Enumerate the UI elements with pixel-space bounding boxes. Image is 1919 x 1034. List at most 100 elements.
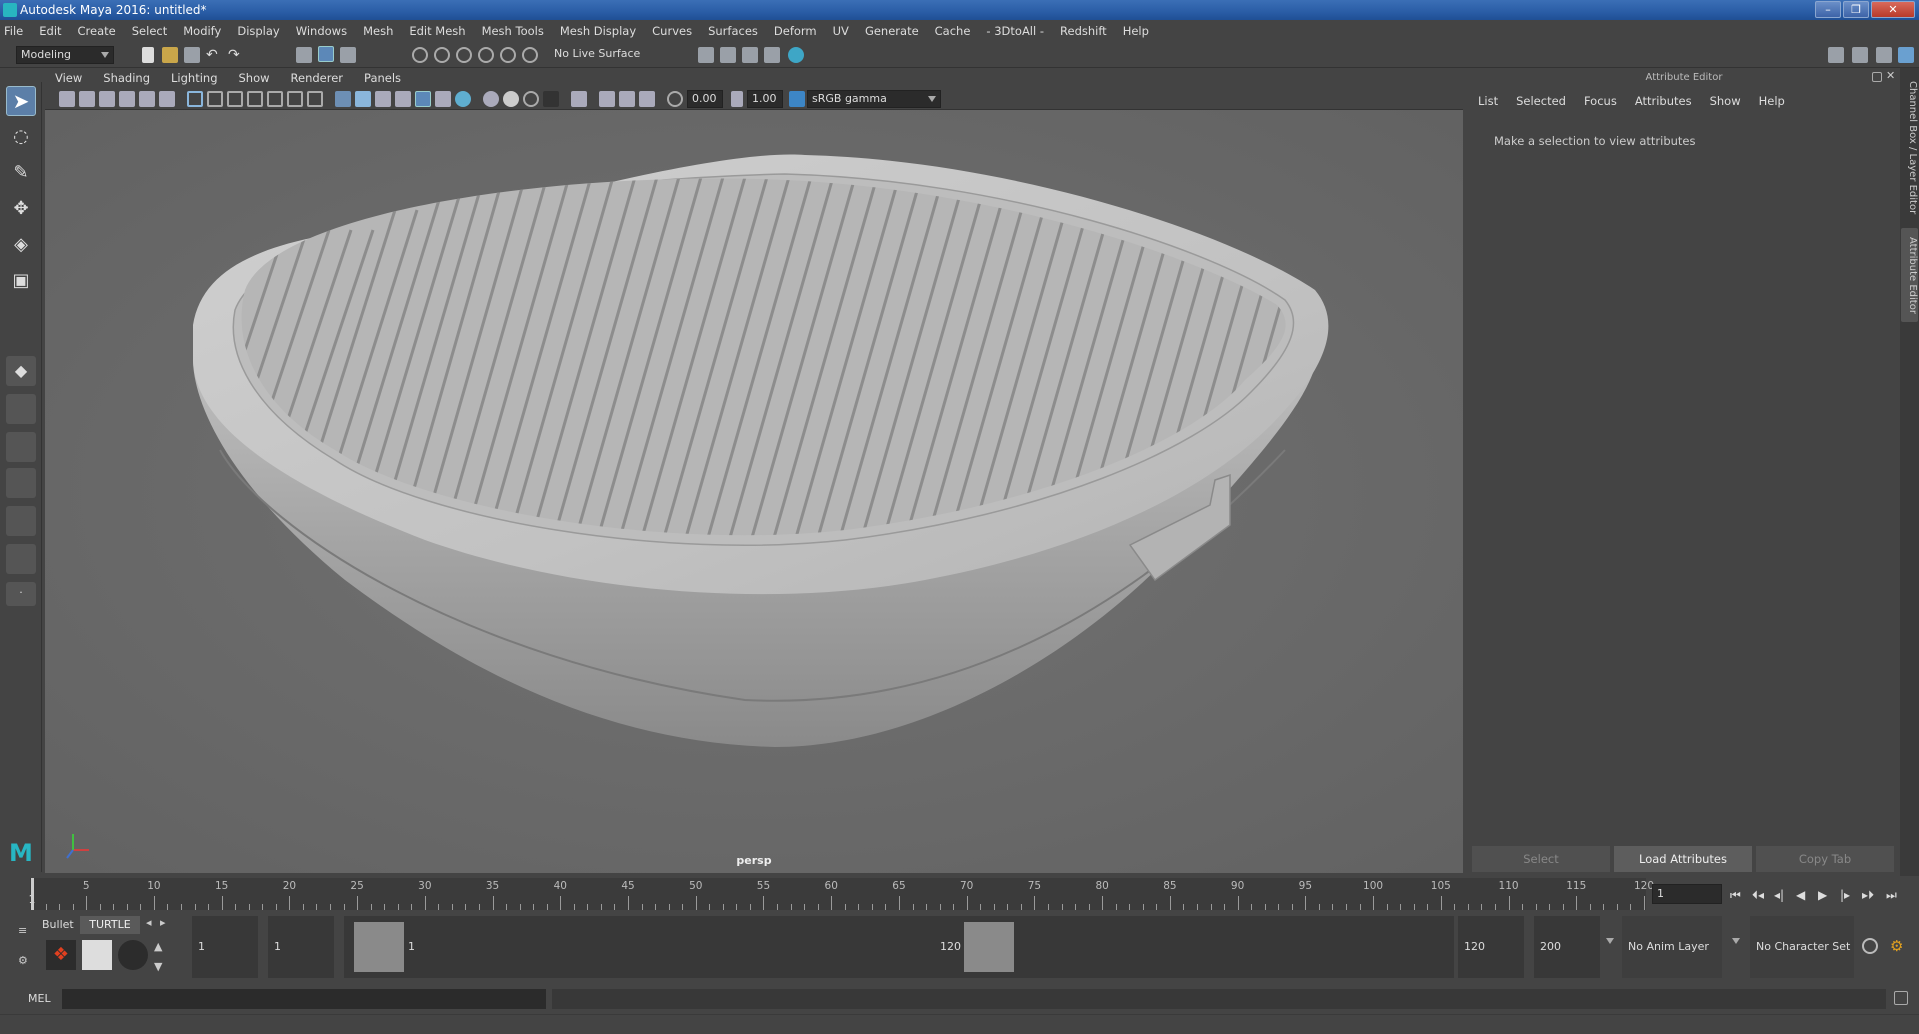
shelf-settings-gear-icon[interactable]: ⚙	[18, 954, 32, 968]
modeling-toolkit-icon[interactable]	[1828, 47, 1844, 63]
persp-outliner-layout-icon[interactable]	[6, 432, 36, 462]
animation-start-field[interactable]: 1	[192, 916, 258, 978]
select-component-icon[interactable]	[340, 47, 356, 63]
attribute-editor-toggle-icon[interactable]	[1852, 47, 1868, 63]
close-button[interactable]: ✕	[1871, 1, 1915, 18]
menu-help[interactable]: Help	[1123, 24, 1149, 38]
menu-select[interactable]: Select	[132, 24, 167, 38]
move-tool-icon[interactable]: ✥	[6, 194, 36, 224]
redshift-shelf-icon[interactable]: ❖	[46, 940, 76, 970]
menu-mesh[interactable]: Mesh	[363, 24, 393, 38]
render-frame-icon[interactable]	[720, 47, 736, 63]
color-management-toggle-icon[interactable]	[789, 91, 805, 107]
menu-edit-mesh[interactable]: Edit Mesh	[409, 24, 465, 38]
field-chart-icon[interactable]	[267, 91, 283, 107]
material-sphere-shelf-icon[interactable]	[118, 940, 148, 970]
menu-set-dropdown[interactable]: Modeling	[16, 46, 114, 64]
menu-display[interactable]: Display	[237, 24, 279, 38]
menu-curves[interactable]: Curves	[652, 24, 692, 38]
snap-surface-icon[interactable]	[500, 47, 516, 63]
current-frame-field[interactable]: 1	[1652, 884, 1722, 904]
gamma-field[interactable]: 1.00	[747, 90, 783, 108]
safe-title-icon[interactable]	[307, 91, 323, 107]
gate-mask-icon[interactable]	[247, 91, 263, 107]
xray-joints-icon[interactable]	[599, 91, 615, 107]
animation-end-field[interactable]: 200	[1534, 916, 1600, 978]
hypershade-icon[interactable]	[788, 47, 804, 63]
step-forward-key-button[interactable]: ▸⏵	[1862, 888, 1874, 903]
vp-menu-show[interactable]: Show	[239, 71, 270, 85]
persp-hypershade-layout-icon[interactable]	[6, 506, 36, 536]
vp-menu-renderer[interactable]: Renderer	[291, 71, 344, 85]
shelf-tab-scroll-left-icon[interactable]: ◂	[146, 916, 152, 929]
save-scene-icon[interactable]	[184, 47, 200, 63]
ipr-render-icon[interactable]	[742, 47, 758, 63]
ae-menu-show[interactable]: Show	[1710, 94, 1741, 108]
menu-surfaces[interactable]: Surfaces	[708, 24, 758, 38]
redo-icon[interactable]: ↷	[228, 47, 244, 63]
shelf-tab-turtle[interactable]: TURTLE	[80, 916, 140, 934]
menu-mesh-tools[interactable]: Mesh Tools	[482, 24, 544, 38]
range-slider-track[interactable]: 1 120	[344, 916, 1454, 978]
ae-menu-list[interactable]: List	[1478, 94, 1498, 108]
menu-file[interactable]: File	[4, 24, 23, 38]
menu-generate[interactable]: Generate	[865, 24, 919, 38]
select-object-icon[interactable]	[318, 46, 334, 62]
persp-graph-outliner-layout-icon[interactable]	[6, 544, 36, 574]
xray-icon[interactable]	[395, 91, 411, 107]
motion-blur-icon[interactable]	[503, 91, 519, 107]
ae-menu-selected[interactable]: Selected	[1516, 94, 1566, 108]
isolate-select-icon[interactable]	[571, 91, 587, 107]
grid-toggle-icon[interactable]	[187, 91, 203, 107]
new-scene-icon[interactable]	[142, 47, 154, 63]
shadows-icon[interactable]	[455, 91, 471, 107]
persp-graph-layout-icon[interactable]	[6, 468, 36, 498]
vp-menu-panels[interactable]: Panels	[364, 71, 401, 85]
open-scene-icon[interactable]	[162, 47, 178, 63]
smooth-shade-icon[interactable]	[355, 91, 371, 107]
time-slider-track[interactable]: 1510152025303540455055606570758085909510…	[29, 878, 1654, 910]
lasso-tool-icon[interactable]: ◌	[6, 122, 36, 152]
scale-tool-icon[interactable]: ▣	[6, 266, 36, 296]
menu-mesh-display[interactable]: Mesh Display	[560, 24, 636, 38]
snap-view-plane-icon[interactable]	[478, 47, 494, 63]
film-gate-icon[interactable]	[207, 91, 223, 107]
anti-aliasing-icon[interactable]	[523, 91, 539, 107]
wireframe-on-shaded-icon[interactable]	[375, 91, 391, 107]
depth-of-field-icon[interactable]	[543, 91, 559, 107]
step-back-frame-button[interactable]: ◂|	[1774, 888, 1784, 902]
resolution-gate-icon[interactable]	[227, 91, 243, 107]
character-set-dropdown[interactable]: No Character Set	[1750, 916, 1854, 978]
playback-end-field[interactable]: 120	[1458, 916, 1524, 978]
tab-attribute-editor[interactable]: Attribute Editor	[1901, 228, 1918, 322]
exposure-field[interactable]: 0.00	[687, 90, 723, 108]
play-forwards-button[interactable]: ▶	[1818, 888, 1827, 902]
menu-3dtoall[interactable]: - 3DtoAll -	[986, 24, 1044, 38]
snap-rotate-icon[interactable]	[522, 47, 538, 63]
select-button[interactable]: Select	[1472, 846, 1610, 872]
go-to-start-button[interactable]: ⏮	[1730, 888, 1741, 903]
current-time-indicator[interactable]	[31, 878, 34, 910]
render-view-icon[interactable]	[764, 47, 780, 63]
command-input[interactable]	[62, 989, 546, 1009]
use-default-material-icon[interactable]	[415, 91, 431, 107]
menu-modify[interactable]: Modify	[183, 24, 221, 38]
select-hierarchy-icon[interactable]	[296, 47, 312, 63]
view-transform-dropdown[interactable]: sRGB gamma	[807, 90, 941, 108]
lights-icon[interactable]	[435, 91, 451, 107]
shelf-scroll-down-icon[interactable]: ▼	[154, 960, 162, 973]
perspective-viewport[interactable]: persp	[45, 110, 1463, 873]
exposure-reset-icon[interactable]	[667, 91, 683, 107]
menu-create[interactable]: Create	[78, 24, 116, 38]
four-view-layout-icon[interactable]	[6, 394, 36, 424]
undo-icon[interactable]: ↶	[206, 47, 222, 63]
menu-redshift[interactable]: Redshift	[1060, 24, 1107, 38]
hud-icon[interactable]	[639, 91, 655, 107]
ae-menu-attributes[interactable]: Attributes	[1635, 94, 1692, 108]
rotate-tool-icon[interactable]: ◈	[6, 230, 36, 260]
screen-space-ao-icon[interactable]	[483, 91, 499, 107]
live-surface-field[interactable]: No Live Surface	[550, 46, 650, 64]
vp-menu-shading[interactable]: Shading	[103, 71, 150, 85]
menu-uv[interactable]: UV	[833, 24, 849, 38]
select-tool-icon[interactable]: ➤	[6, 86, 36, 116]
